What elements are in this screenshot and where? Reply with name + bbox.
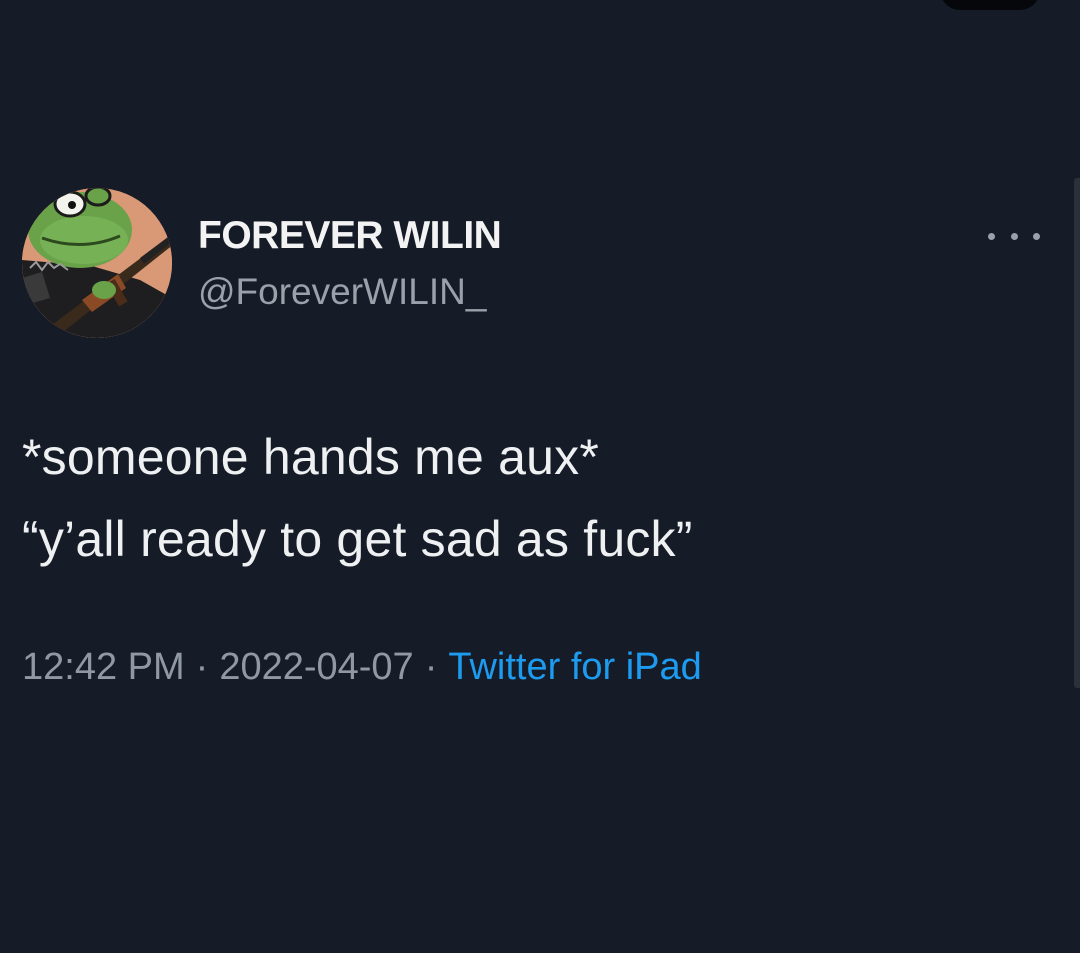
author-handle[interactable]: @ForeverWILIN_ <box>198 271 486 313</box>
tweet-date[interactable]: 2022-04-07 <box>219 646 413 688</box>
author-name[interactable]: FOREVER WILIN <box>198 214 502 258</box>
tweet-text-line: *someone hands me aux* <box>22 429 599 485</box>
tweet-source-link[interactable]: Twitter for iPad <box>448 646 701 688</box>
tweet-card: FOREVER WILIN @ForeverWILIN_ *someone ha… <box>0 0 1080 953</box>
tweet-time[interactable]: 12:42 PM <box>22 646 185 688</box>
avatar[interactable] <box>22 188 172 338</box>
more-horizontal-icon-dot <box>1033 232 1040 240</box>
more-horizontal-icon-dot <box>1010 232 1018 240</box>
frog-avatar-icon <box>22 188 172 338</box>
tweet-metadata: 12:42 PM · 2022-04-07 · Twitter for iPad <box>22 646 702 689</box>
tweet-text-line: “y’all ready to get sad as fuck” <box>22 511 693 567</box>
meta-separator: · <box>195 646 209 688</box>
tweet-text: *someone hands me aux* “y’all ready to g… <box>22 416 1022 580</box>
more-options-button[interactable] <box>988 219 1040 253</box>
more-horizontal-icon <box>988 232 995 240</box>
meta-separator: · <box>424 646 438 688</box>
